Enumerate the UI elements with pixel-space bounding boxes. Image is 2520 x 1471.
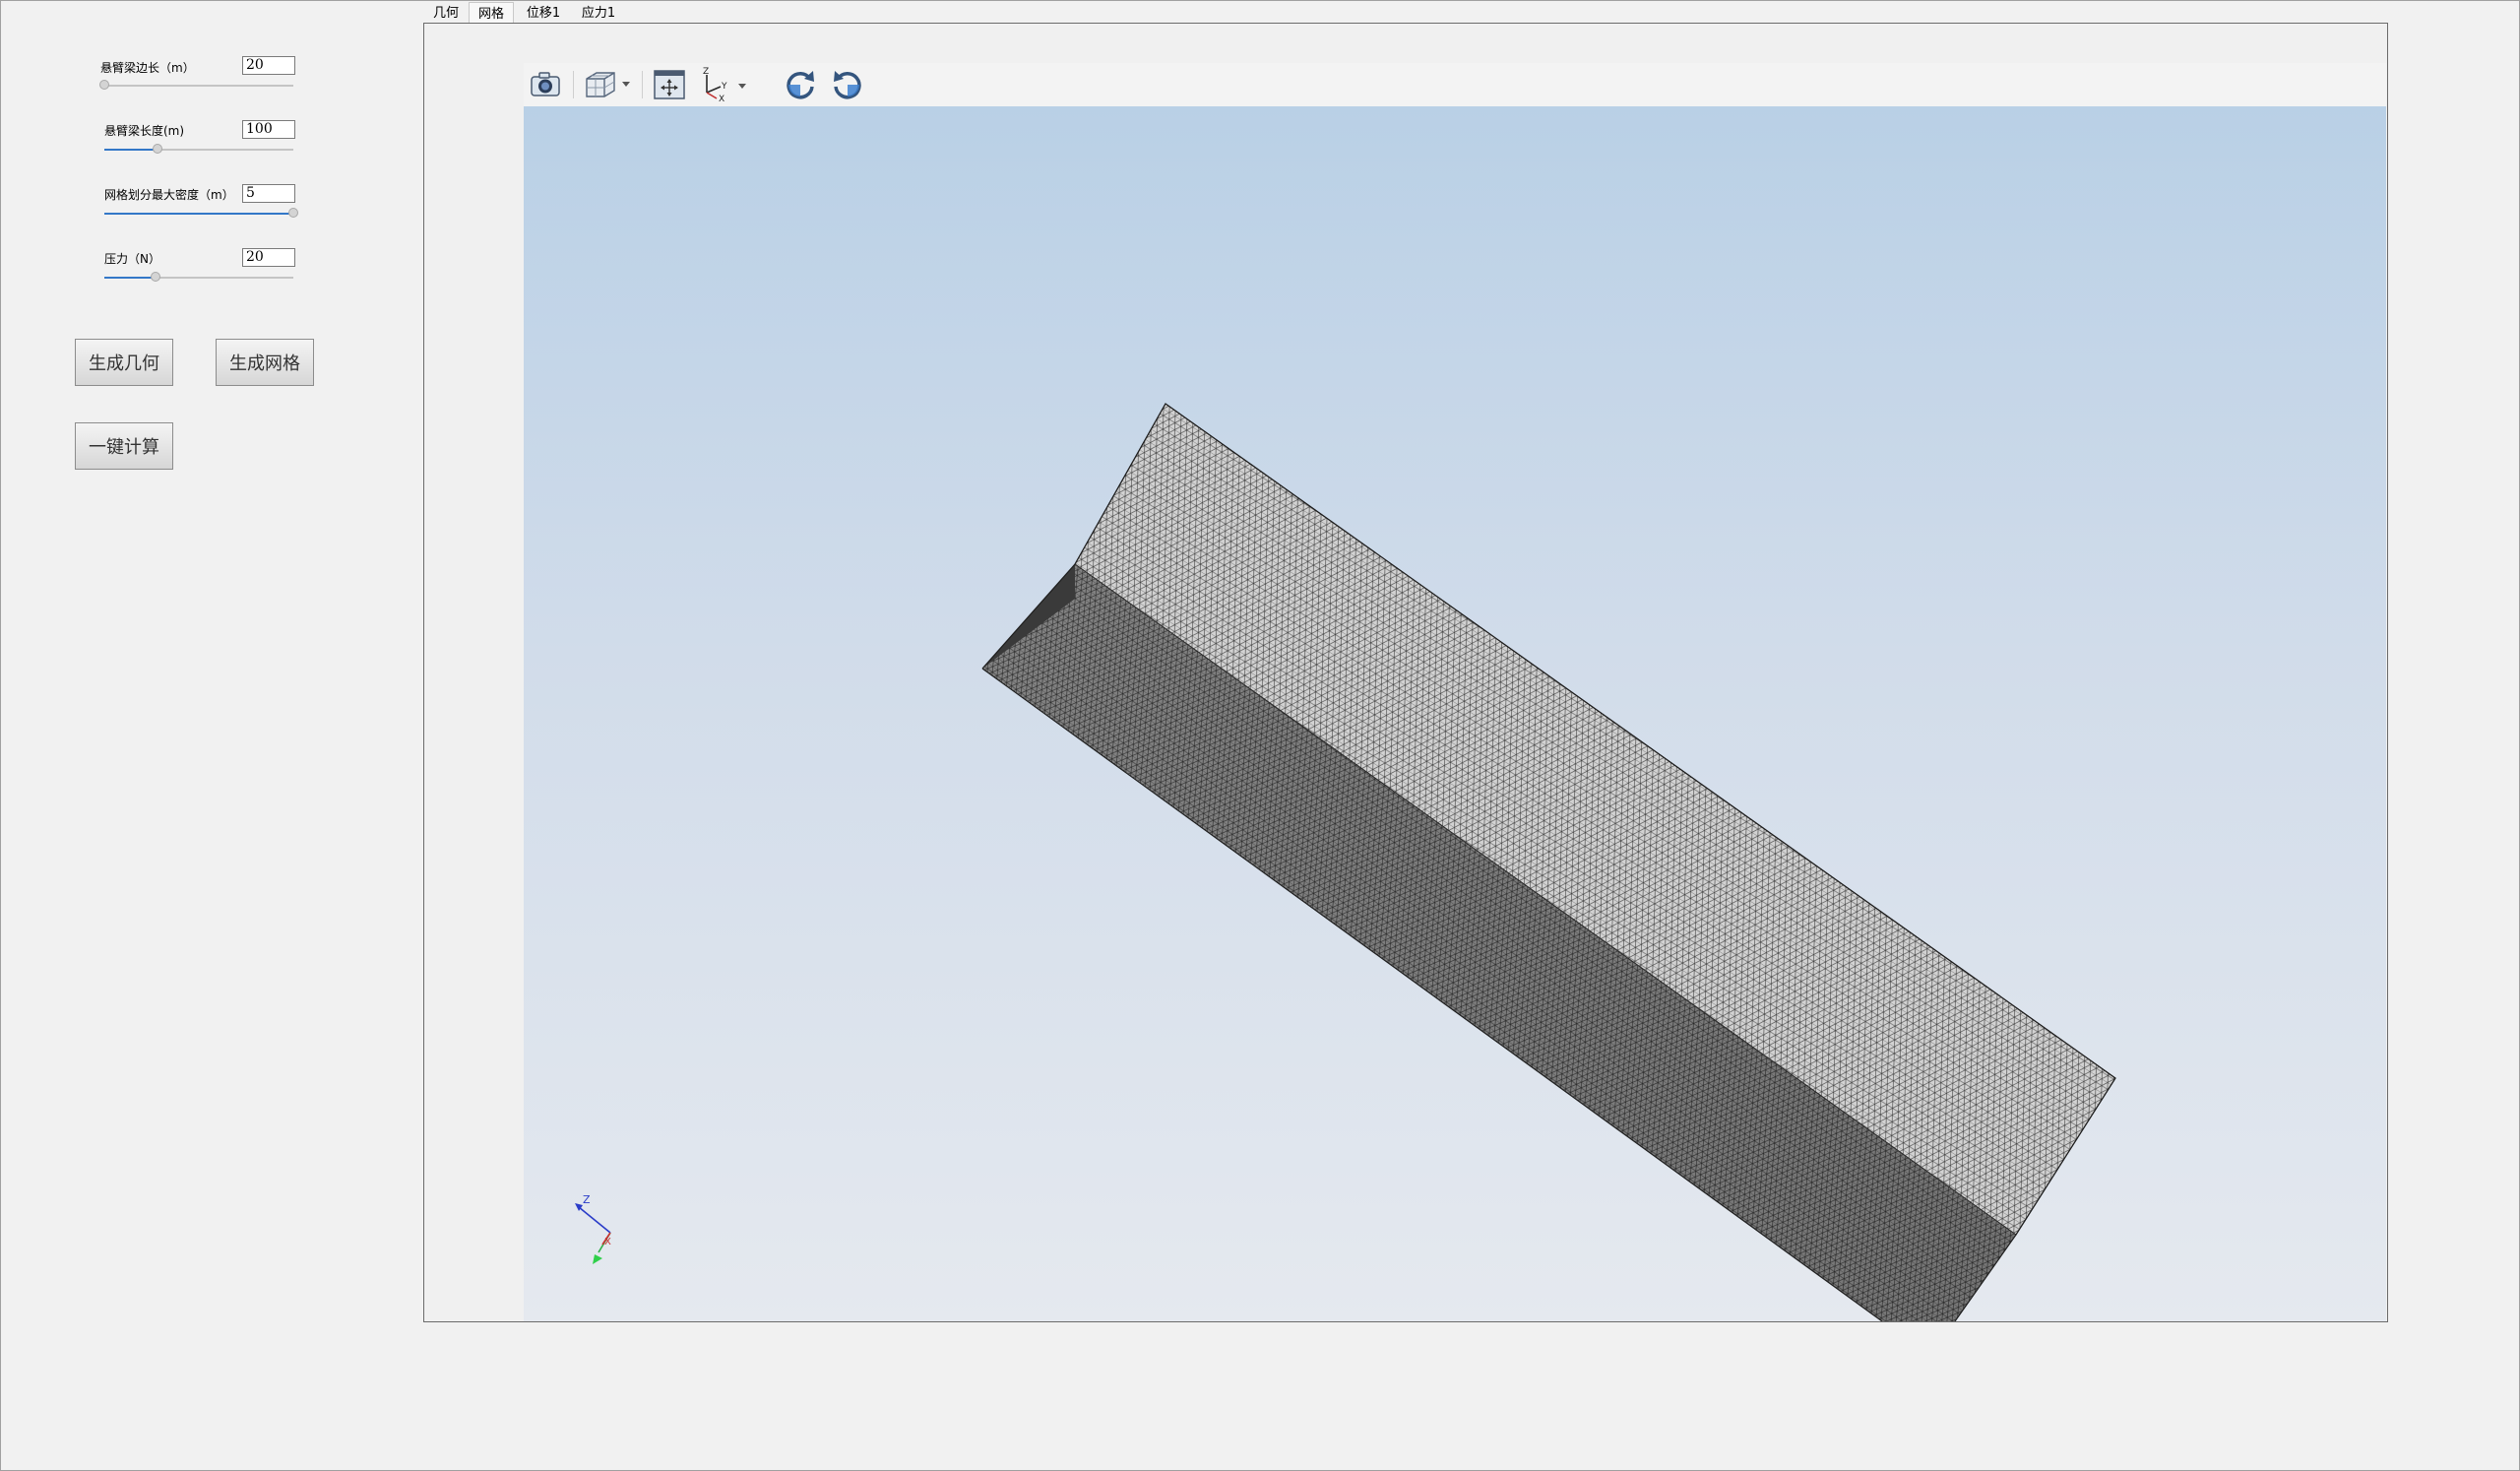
slider-fill [104,149,158,151]
view-cube-icon[interactable] [583,69,634,100]
axes-y-label: Y [721,82,727,92]
rotate-ccw-icon[interactable] [829,69,866,100]
param-label-pressure: 压力（N） [104,252,160,266]
toolbar-separator [573,71,574,98]
param-label-length: 悬臂梁长度(m) [104,124,185,138]
tab-stress[interactable]: 应力1 [573,2,624,24]
generate-geometry-button[interactable]: 生成几何 [75,339,173,386]
mesh-viewport[interactable]: Z X [524,106,2386,1321]
viewer-toolbar: Z Y X [524,63,2386,107]
mesh-density-slider[interactable] [104,208,298,220]
slider-handle[interactable] [150,272,160,282]
one-click-compute-button[interactable]: 一键计算 [75,422,173,470]
edge-length-input[interactable]: 20 [242,56,295,75]
tab-geometry[interactable]: 几何 [423,2,469,24]
axes-z-label: Z [703,67,709,77]
slider-handle[interactable] [288,208,298,218]
slider-fill [104,277,156,279]
rotate-cw-icon[interactable] [782,69,819,100]
pressure-input[interactable]: 20 [242,248,295,267]
slider-handle[interactable] [99,80,109,90]
slider-handle[interactable] [152,144,162,154]
axes-x-label: X [719,95,724,102]
triad-x-label: X [604,1237,611,1247]
mesh-density-input[interactable]: 5 [242,184,295,203]
fit-view-icon[interactable] [650,69,689,100]
tab-mesh[interactable]: 网格 [469,2,514,24]
camera-icon[interactable] [528,69,563,100]
beam-side-edge [1074,563,2017,1236]
orientation-triad: Z X [575,1193,611,1264]
pressure-slider[interactable] [104,272,293,284]
slider-groove [104,85,293,87]
generate-mesh-button[interactable]: 生成网格 [216,339,314,386]
param-label-mesh-density: 网格划分最大密度（m） [104,188,234,202]
param-label-edge: 悬臂梁边长（m） [100,61,195,75]
slider-fill [104,213,293,215]
axes-icon[interactable]: Z Y X [697,67,752,102]
beam-length-slider[interactable] [104,144,293,156]
mesh-scene: Z X [575,403,2116,1321]
edge-length-slider[interactable] [99,80,293,92]
tab-displacement[interactable]: 位移1 [518,2,569,24]
toolbar-separator [642,71,643,98]
triad-z-label: Z [583,1193,591,1206]
beam-length-input[interactable]: 100 [242,120,295,139]
